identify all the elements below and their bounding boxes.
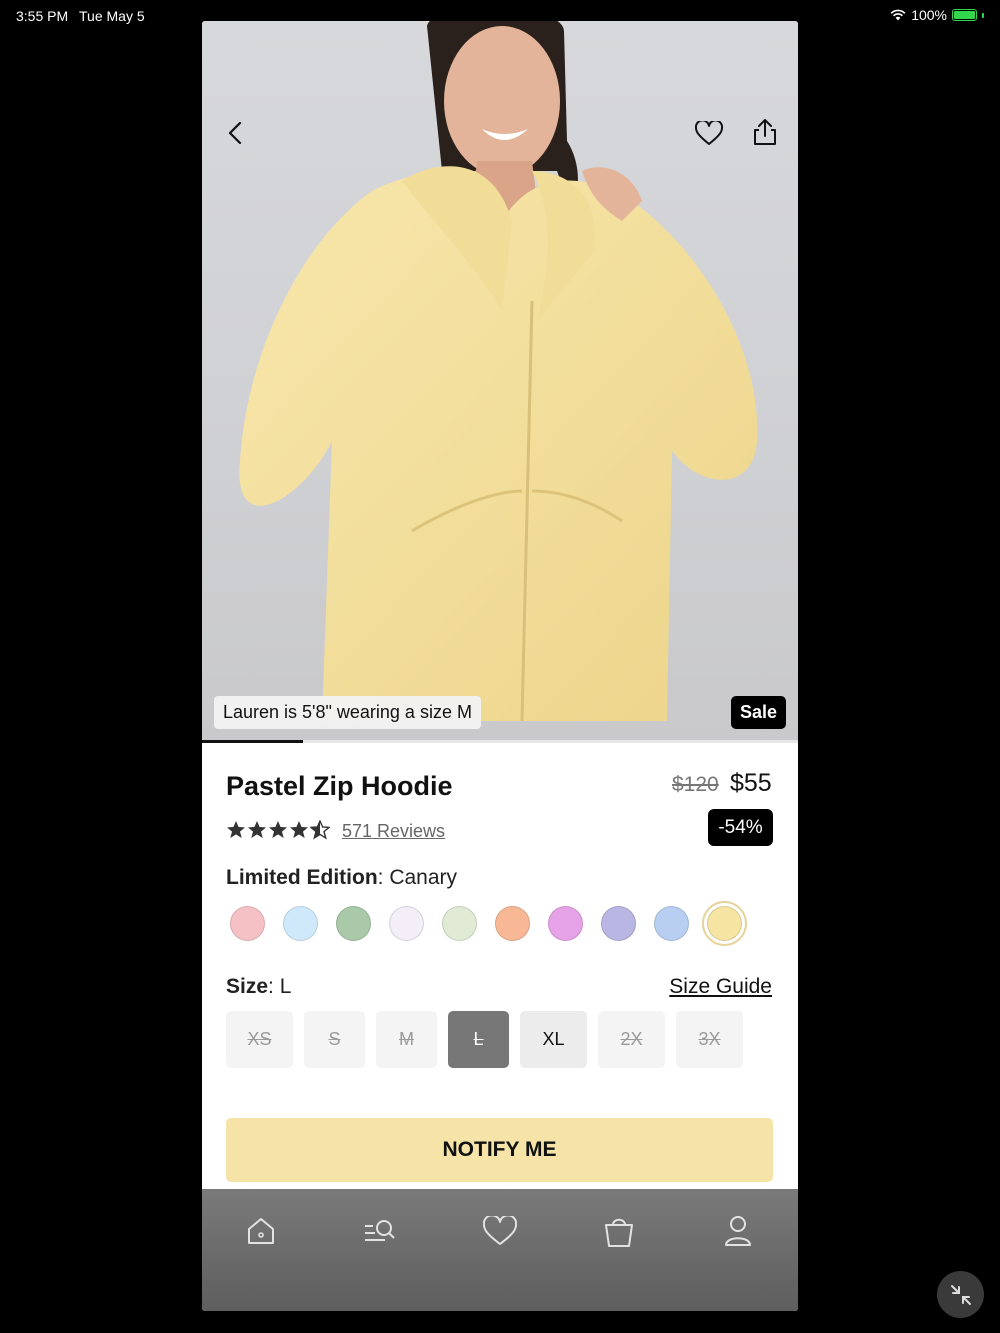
star-icon <box>310 820 330 840</box>
color-label: Limited Edition: Canary <box>226 866 458 889</box>
collapse-button[interactable] <box>937 1271 984 1318</box>
color-swatch[interactable] <box>702 901 747 946</box>
size-label-name: Size <box>226 975 269 998</box>
discount-badge: -54% <box>708 809 773 846</box>
star-icon <box>269 821 287 838</box>
heart-icon <box>483 1216 517 1245</box>
tab-wishlist[interactable] <box>480 1211 520 1251</box>
original-price: $120 <box>672 773 719 796</box>
status-date: Tue May 5 <box>79 8 145 24</box>
bag-icon <box>605 1218 633 1247</box>
model-size-caption: Lauren is 5'8" wearing a size M <box>214 696 481 729</box>
size-option-l[interactable]: L <box>448 1011 509 1068</box>
star-icon <box>248 821 266 838</box>
tab-search[interactable] <box>360 1211 400 1251</box>
status-right: 100% <box>890 7 984 23</box>
status-time: 3:55 PM <box>16 8 69 24</box>
share-button[interactable] <box>748 115 782 149</box>
search-menu-icon <box>365 1220 395 1241</box>
reviews-link[interactable]: 571 Reviews <box>342 821 445 842</box>
battery-percent: 100% <box>911 7 947 23</box>
heart-icon <box>695 120 723 145</box>
image-carousel-progress-fill <box>202 740 304 743</box>
size-option-3x[interactable]: 3X <box>676 1011 743 1068</box>
size-option-m[interactable]: M <box>376 1011 437 1068</box>
color-swatch[interactable] <box>389 906 424 941</box>
share-icon <box>754 119 776 145</box>
color-swatch[interactable] <box>283 906 318 941</box>
color-swatch[interactable] <box>601 906 636 941</box>
color-label-name: Limited Edition <box>226 866 378 889</box>
favorite-button[interactable] <box>692 116 726 150</box>
product-title: Pastel Zip Hoodie <box>226 771 453 801</box>
size-value: L <box>279 975 292 998</box>
color-swatch[interactable] <box>548 906 583 941</box>
product-page: Lauren is 5'8" wearing a size M Sale Pas… <box>202 21 798 1311</box>
rating-stars <box>226 820 330 840</box>
tab-home[interactable] <box>241 1211 281 1251</box>
size-guide-link[interactable]: Size Guide <box>669 975 772 999</box>
collapse-arrows-icon <box>950 1284 971 1305</box>
home-icon <box>248 1218 274 1244</box>
star-icon <box>227 821 245 838</box>
sale-badge: Sale <box>730 696 786 729</box>
sale-price: $55 <box>730 769 772 797</box>
tab-profile[interactable] <box>718 1211 758 1251</box>
size-option-2x[interactable]: 2X <box>598 1011 665 1068</box>
chevron-left-icon <box>228 121 242 145</box>
color-swatch[interactable] <box>654 906 689 941</box>
color-swatch[interactable] <box>442 906 477 941</box>
color-value: Canary <box>389 866 458 889</box>
color-swatch[interactable] <box>230 906 265 941</box>
size-option-xl[interactable]: XL <box>520 1011 587 1068</box>
battery-icon <box>952 9 977 21</box>
notify-me-button[interactable]: NOTIFY ME <box>226 1118 773 1182</box>
color-swatches <box>230 901 747 946</box>
size-option-s[interactable]: S <box>304 1011 365 1068</box>
wifi-icon <box>890 9 906 21</box>
image-carousel-progress <box>202 740 798 743</box>
tab-bag[interactable] <box>599 1211 639 1251</box>
product-image[interactable]: Lauren is 5'8" wearing a size M Sale <box>202 21 798 741</box>
size-option-xs[interactable]: XS <box>226 1011 293 1068</box>
battery-cap <box>982 12 984 18</box>
star-icon <box>290 821 308 838</box>
bottom-tab-bar <box>202 1189 798 1311</box>
color-swatch[interactable] <box>495 906 530 941</box>
size-options: XS S M L XL 2X 3X <box>226 1011 743 1068</box>
size-label: Size: L <box>226 975 292 998</box>
color-swatch[interactable] <box>336 906 371 941</box>
profile-icon <box>725 1216 751 1246</box>
back-button[interactable] <box>218 116 252 150</box>
